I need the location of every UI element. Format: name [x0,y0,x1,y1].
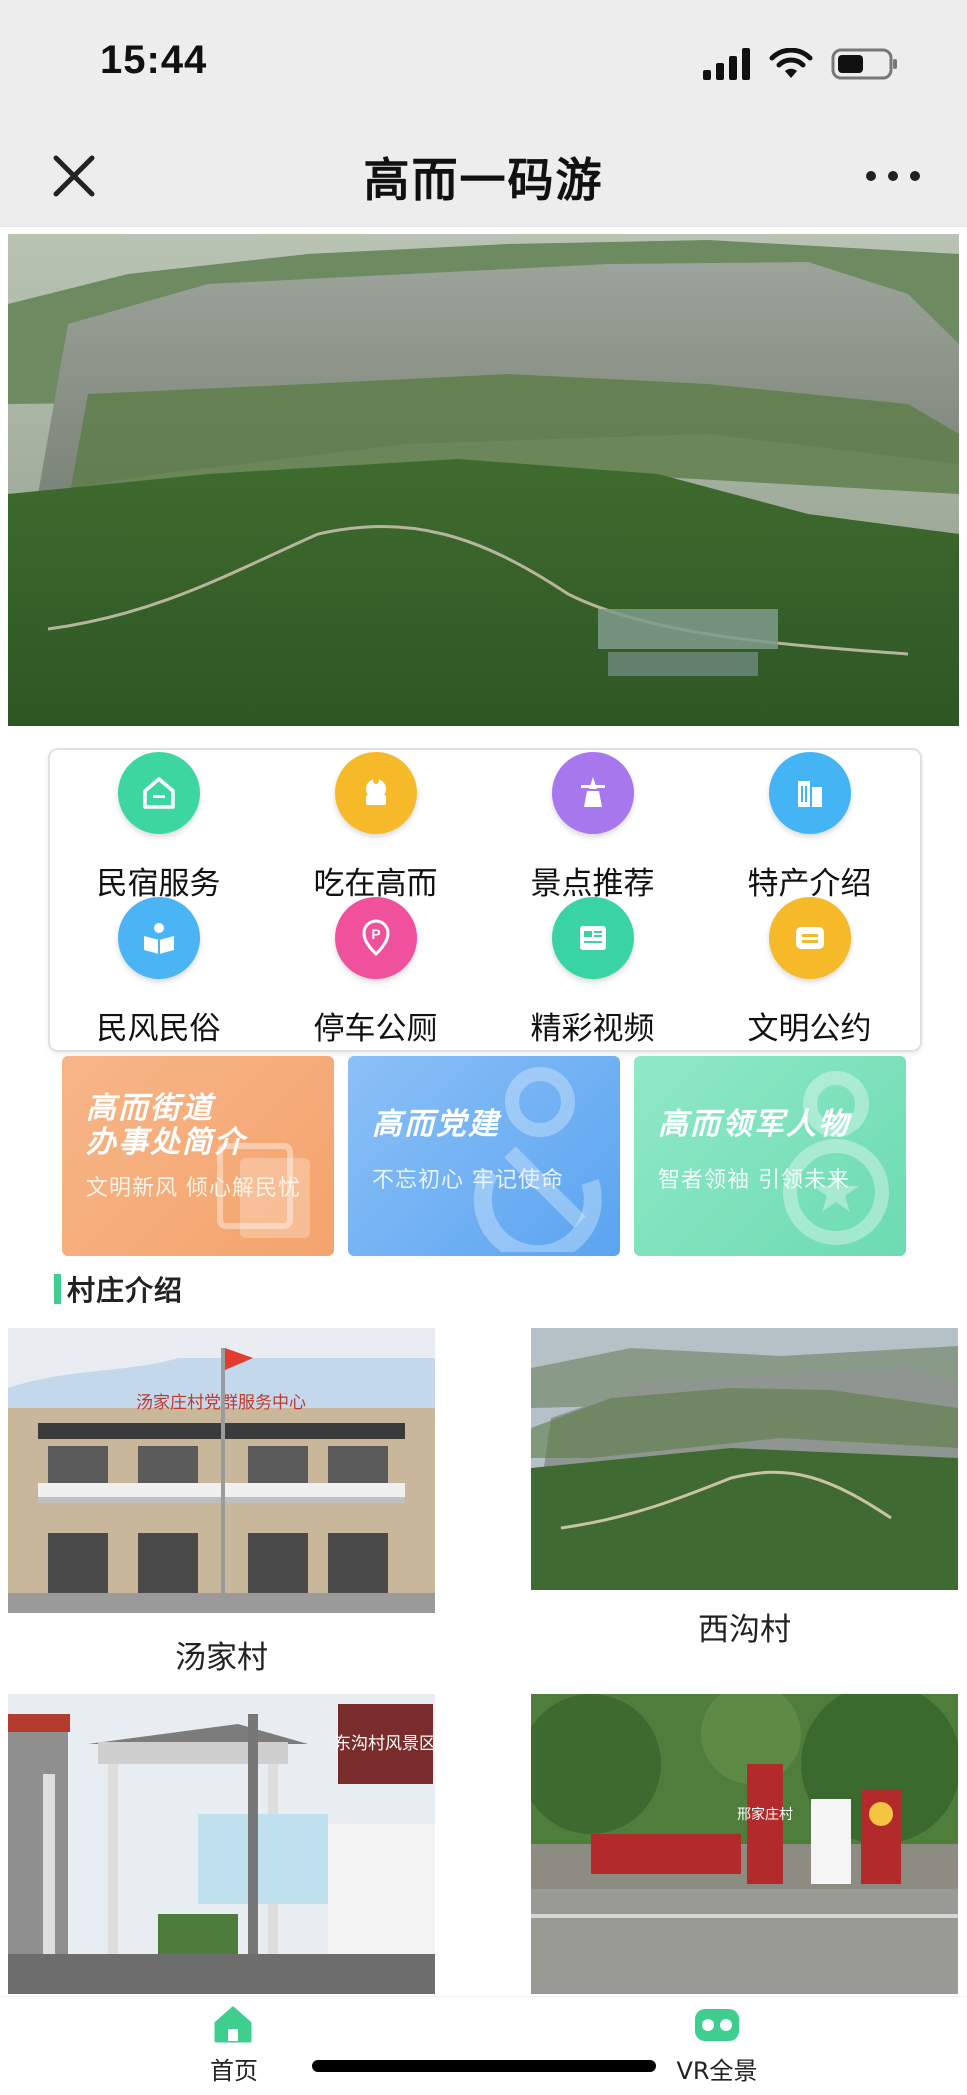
section-heading: 村庄介绍 [54,1272,183,1307]
promo-subtitle: 不忘初心 牢记使命 [372,1168,564,1193]
parking-icon: P [335,897,417,979]
home-tab-icon [214,2006,252,2043]
menu-item-specialty[interactable]: 特产介绍 [701,750,918,902]
village-name: 汤家村 [175,1640,268,1676]
village-image-tangjia[interactable]: 汤家庄村党群服务中心 [8,1328,435,1613]
page-title: 高而一码游 [363,153,604,207]
cake-icon [335,752,417,834]
signal-icon [703,48,750,80]
promo-leaders[interactable]: 高而领军人物 智者领袖 引领未来 [634,1056,906,1256]
menu-item-videos[interactable]: 精彩视频 [484,895,701,1047]
book-icon [118,897,200,979]
home-icon [118,752,200,834]
promo-title: 高而党建 [372,1107,500,1142]
menu-item-homestay[interactable]: 民宿服务 [50,750,267,902]
svg-text:P: P [371,926,380,942]
menu-label: 文明公约 [747,1011,872,1047]
more-icon[interactable] [863,164,923,188]
tower-icon [552,752,634,834]
message-icon [769,897,851,979]
promo-party-building[interactable]: 高而党建 不忘初心 牢记使命 [348,1056,620,1256]
village-image-xingjiazhuang[interactable]: 邢家庄村 [531,1694,958,1994]
nav-bar: 高而一码游 [0,128,967,227]
tab-label: VR全景 [676,2057,758,2085]
home-indicator[interactable] [312,2060,656,2072]
tab-label: 首页 [210,2057,258,2085]
status-icons [703,44,899,84]
news-icon [552,897,634,979]
person-star-icon [783,1071,889,1245]
tab-vr[interactable]: VR全景 [637,1997,797,2095]
vr-glasses-icon [695,2009,739,2041]
promo-subtitle: 文明新风 倾心解民忧 [86,1176,301,1201]
wifi-icon [769,48,813,78]
tab-bar: 首页 VR全景 [0,1996,967,2095]
menu-item-civility[interactable]: 文明公约 [701,895,918,1047]
service-menu: 民宿服务 吃在高而 景点推荐 特产介绍 民风民俗 P 停车公厕 精彩视频 文明公… [48,748,922,1052]
menu-item-food[interactable]: 吃在高而 [267,750,484,902]
menu-item-customs[interactable]: 民风民俗 [50,895,267,1047]
menu-item-attractions[interactable]: 景点推荐 [484,750,701,902]
section-accent-bar [54,1274,61,1304]
menu-label: 停车公厕 [313,1011,438,1047]
tab-home[interactable]: 首页 [154,1997,314,2095]
promo-title: 高而街道 办事处简介 [86,1091,246,1160]
banner-image[interactable] [8,234,959,726]
status-time: 15:44 [100,38,208,82]
menu-label: 民风民俗 [96,1011,221,1047]
hammer-sickle-icon [473,1067,602,1252]
promo-office-intro[interactable]: 高而街道 办事处简介 文明新风 倾心解民忧 [62,1056,334,1256]
promo-subtitle: 智者领袖 引领未来 [658,1168,850,1193]
menu-item-parking[interactable]: P 停车公厕 [267,895,484,1047]
battery-icon [831,48,897,80]
village-image-xigou[interactable] [531,1328,958,1590]
status-bar: 15:44 [0,0,967,128]
menu-label: 精彩视频 [530,1011,655,1047]
scenic-sign: 东沟村风景区 [334,1734,435,1754]
village-name: 西沟村 [698,1612,791,1648]
village-image-donggou[interactable]: 东沟村风景区 [8,1694,435,1994]
building-icon [769,752,851,834]
village-sign: 邢家庄村 [737,1806,793,1823]
promo-title: 高而领军人物 [658,1107,850,1142]
